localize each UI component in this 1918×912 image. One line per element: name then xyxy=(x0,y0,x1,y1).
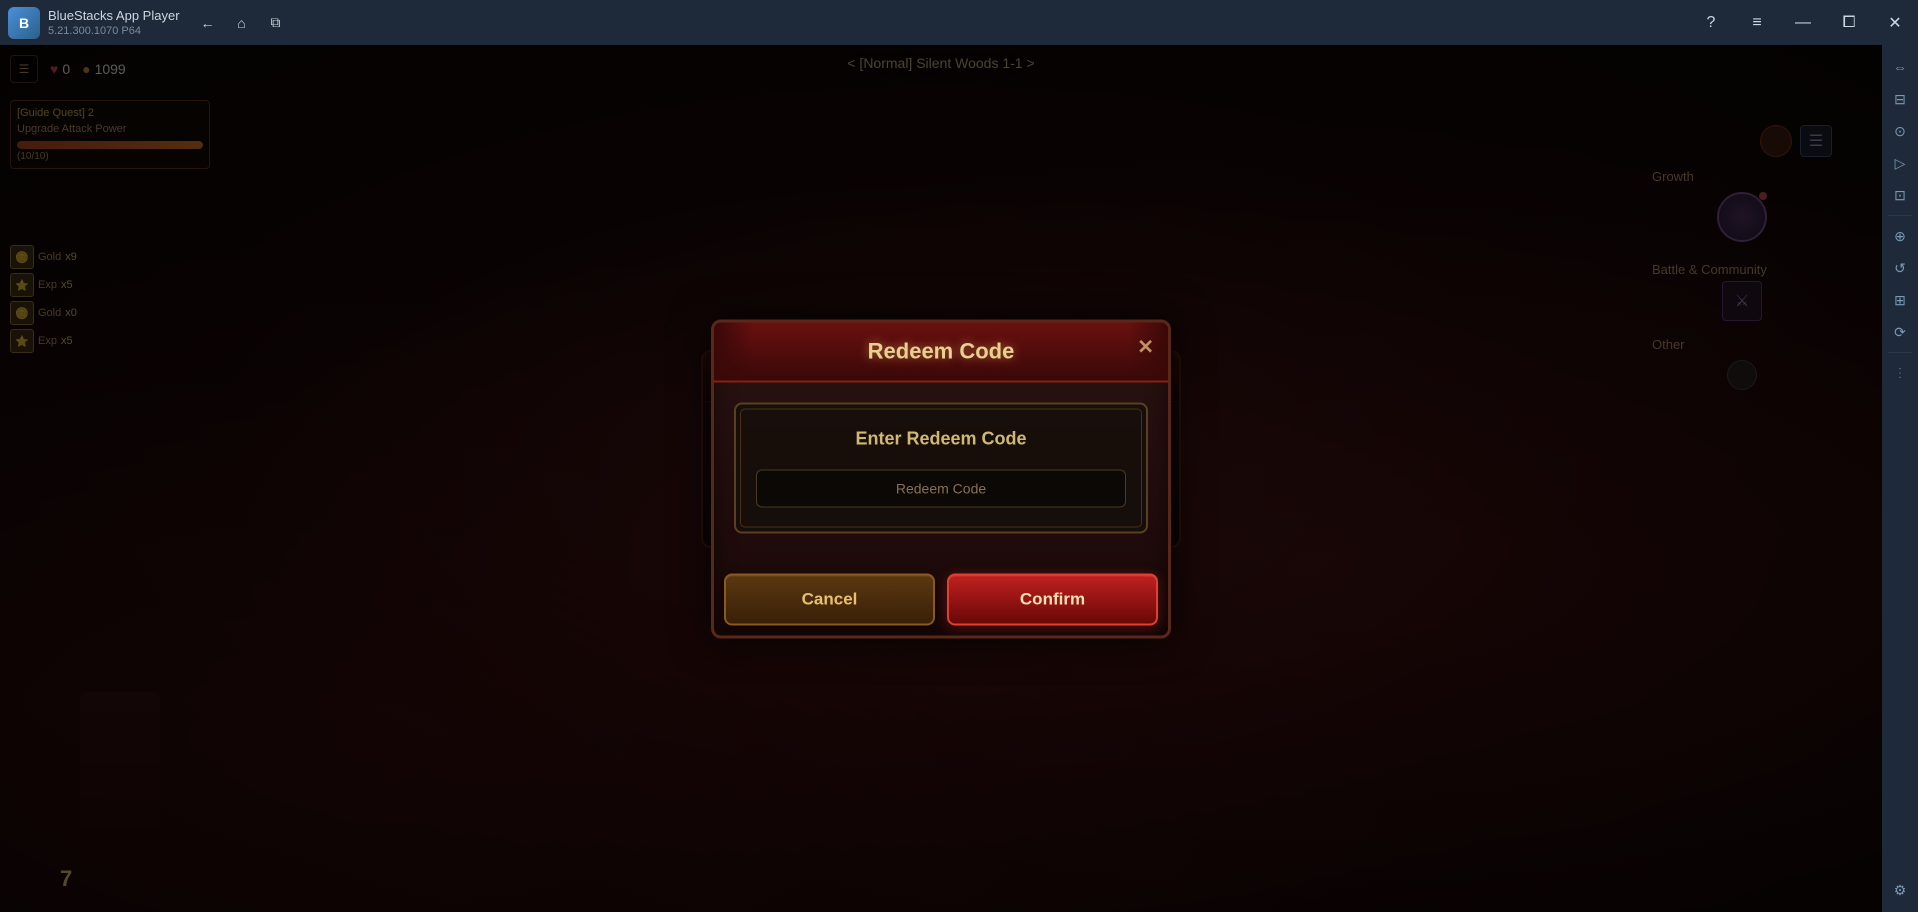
app-name: BlueStacks App Player xyxy=(48,8,180,23)
screenshot2-icon[interactable]: ⊞ xyxy=(1886,286,1914,314)
close-button[interactable]: ✕ xyxy=(1872,0,1918,45)
layout-icon[interactable]: ⊟ xyxy=(1886,85,1914,113)
cancel-button[interactable]: Cancel xyxy=(724,573,935,625)
home-button[interactable]: ⌂ xyxy=(226,7,258,39)
screenshot-icon[interactable]: ⊡ xyxy=(1886,181,1914,209)
nav-buttons: ← ⌂ ⧉ xyxy=(192,7,292,39)
game-area: ☰ ♥ 0 ● 1099 < [Normal] Silent Woods 1-1… xyxy=(0,45,1882,912)
app-version: 5.21.300.1070 P64 xyxy=(48,25,180,37)
window-controls: ? ≡ — ⧠ ✕ xyxy=(1688,0,1918,45)
resize-icon[interactable]: ⇔ xyxy=(1886,53,1914,81)
title-bar: B BlueStacks App Player 5.21.300.1070 P6… xyxy=(0,0,1918,45)
shake-icon[interactable]: ⟳ xyxy=(1886,318,1914,346)
sidebar-divider xyxy=(1888,215,1912,216)
help-button[interactable]: ? xyxy=(1688,0,1734,45)
redeem-close-button[interactable]: ✕ xyxy=(1137,334,1154,359)
redeem-input-area: Enter Redeem Code xyxy=(734,402,1148,533)
camera-icon[interactable]: ⊙ xyxy=(1886,117,1914,145)
app-logo: B xyxy=(8,7,40,39)
zoom-icon[interactable]: ⊕ xyxy=(1886,222,1914,250)
minimize-button[interactable]: — xyxy=(1780,0,1826,45)
redeem-code-input[interactable] xyxy=(756,469,1126,507)
redeem-buttons: Cancel Confirm xyxy=(714,573,1168,635)
redeem-header: Redeem Code ✕ xyxy=(714,322,1168,382)
menu-button[interactable]: ≡ xyxy=(1734,0,1780,45)
restore-button[interactable]: ⧠ xyxy=(1826,0,1872,45)
redeem-dialog: Redeem Code ✕ Enter Redeem Code Cancel xyxy=(711,319,1171,638)
clone-button[interactable]: ⧉ xyxy=(260,7,292,39)
video-icon[interactable]: ▷ xyxy=(1886,149,1914,177)
confirm-button[interactable]: Confirm xyxy=(947,573,1158,625)
rotate-icon[interactable]: ↺ xyxy=(1886,254,1914,282)
settings-icon[interactable]: ⚙ xyxy=(1886,876,1914,904)
redeem-dialog-wrapper: Redeem Code ✕ Enter Redeem Code Cancel xyxy=(711,319,1171,638)
redeem-title: Redeem Code xyxy=(734,338,1148,364)
bluestacks-sidebar: ⇔ ⊟ ⊙ ▷ ⊡ ⊕ ↺ ⊞ ⟳ ··· ⚙ xyxy=(1882,45,1918,912)
redeem-placeholder-text: Enter Redeem Code xyxy=(756,428,1126,449)
more-icon[interactable]: ··· xyxy=(1886,359,1914,387)
redeem-body: Enter Redeem Code xyxy=(714,382,1168,573)
sidebar-divider-2 xyxy=(1888,352,1912,353)
back-button[interactable]: ← xyxy=(192,7,224,39)
